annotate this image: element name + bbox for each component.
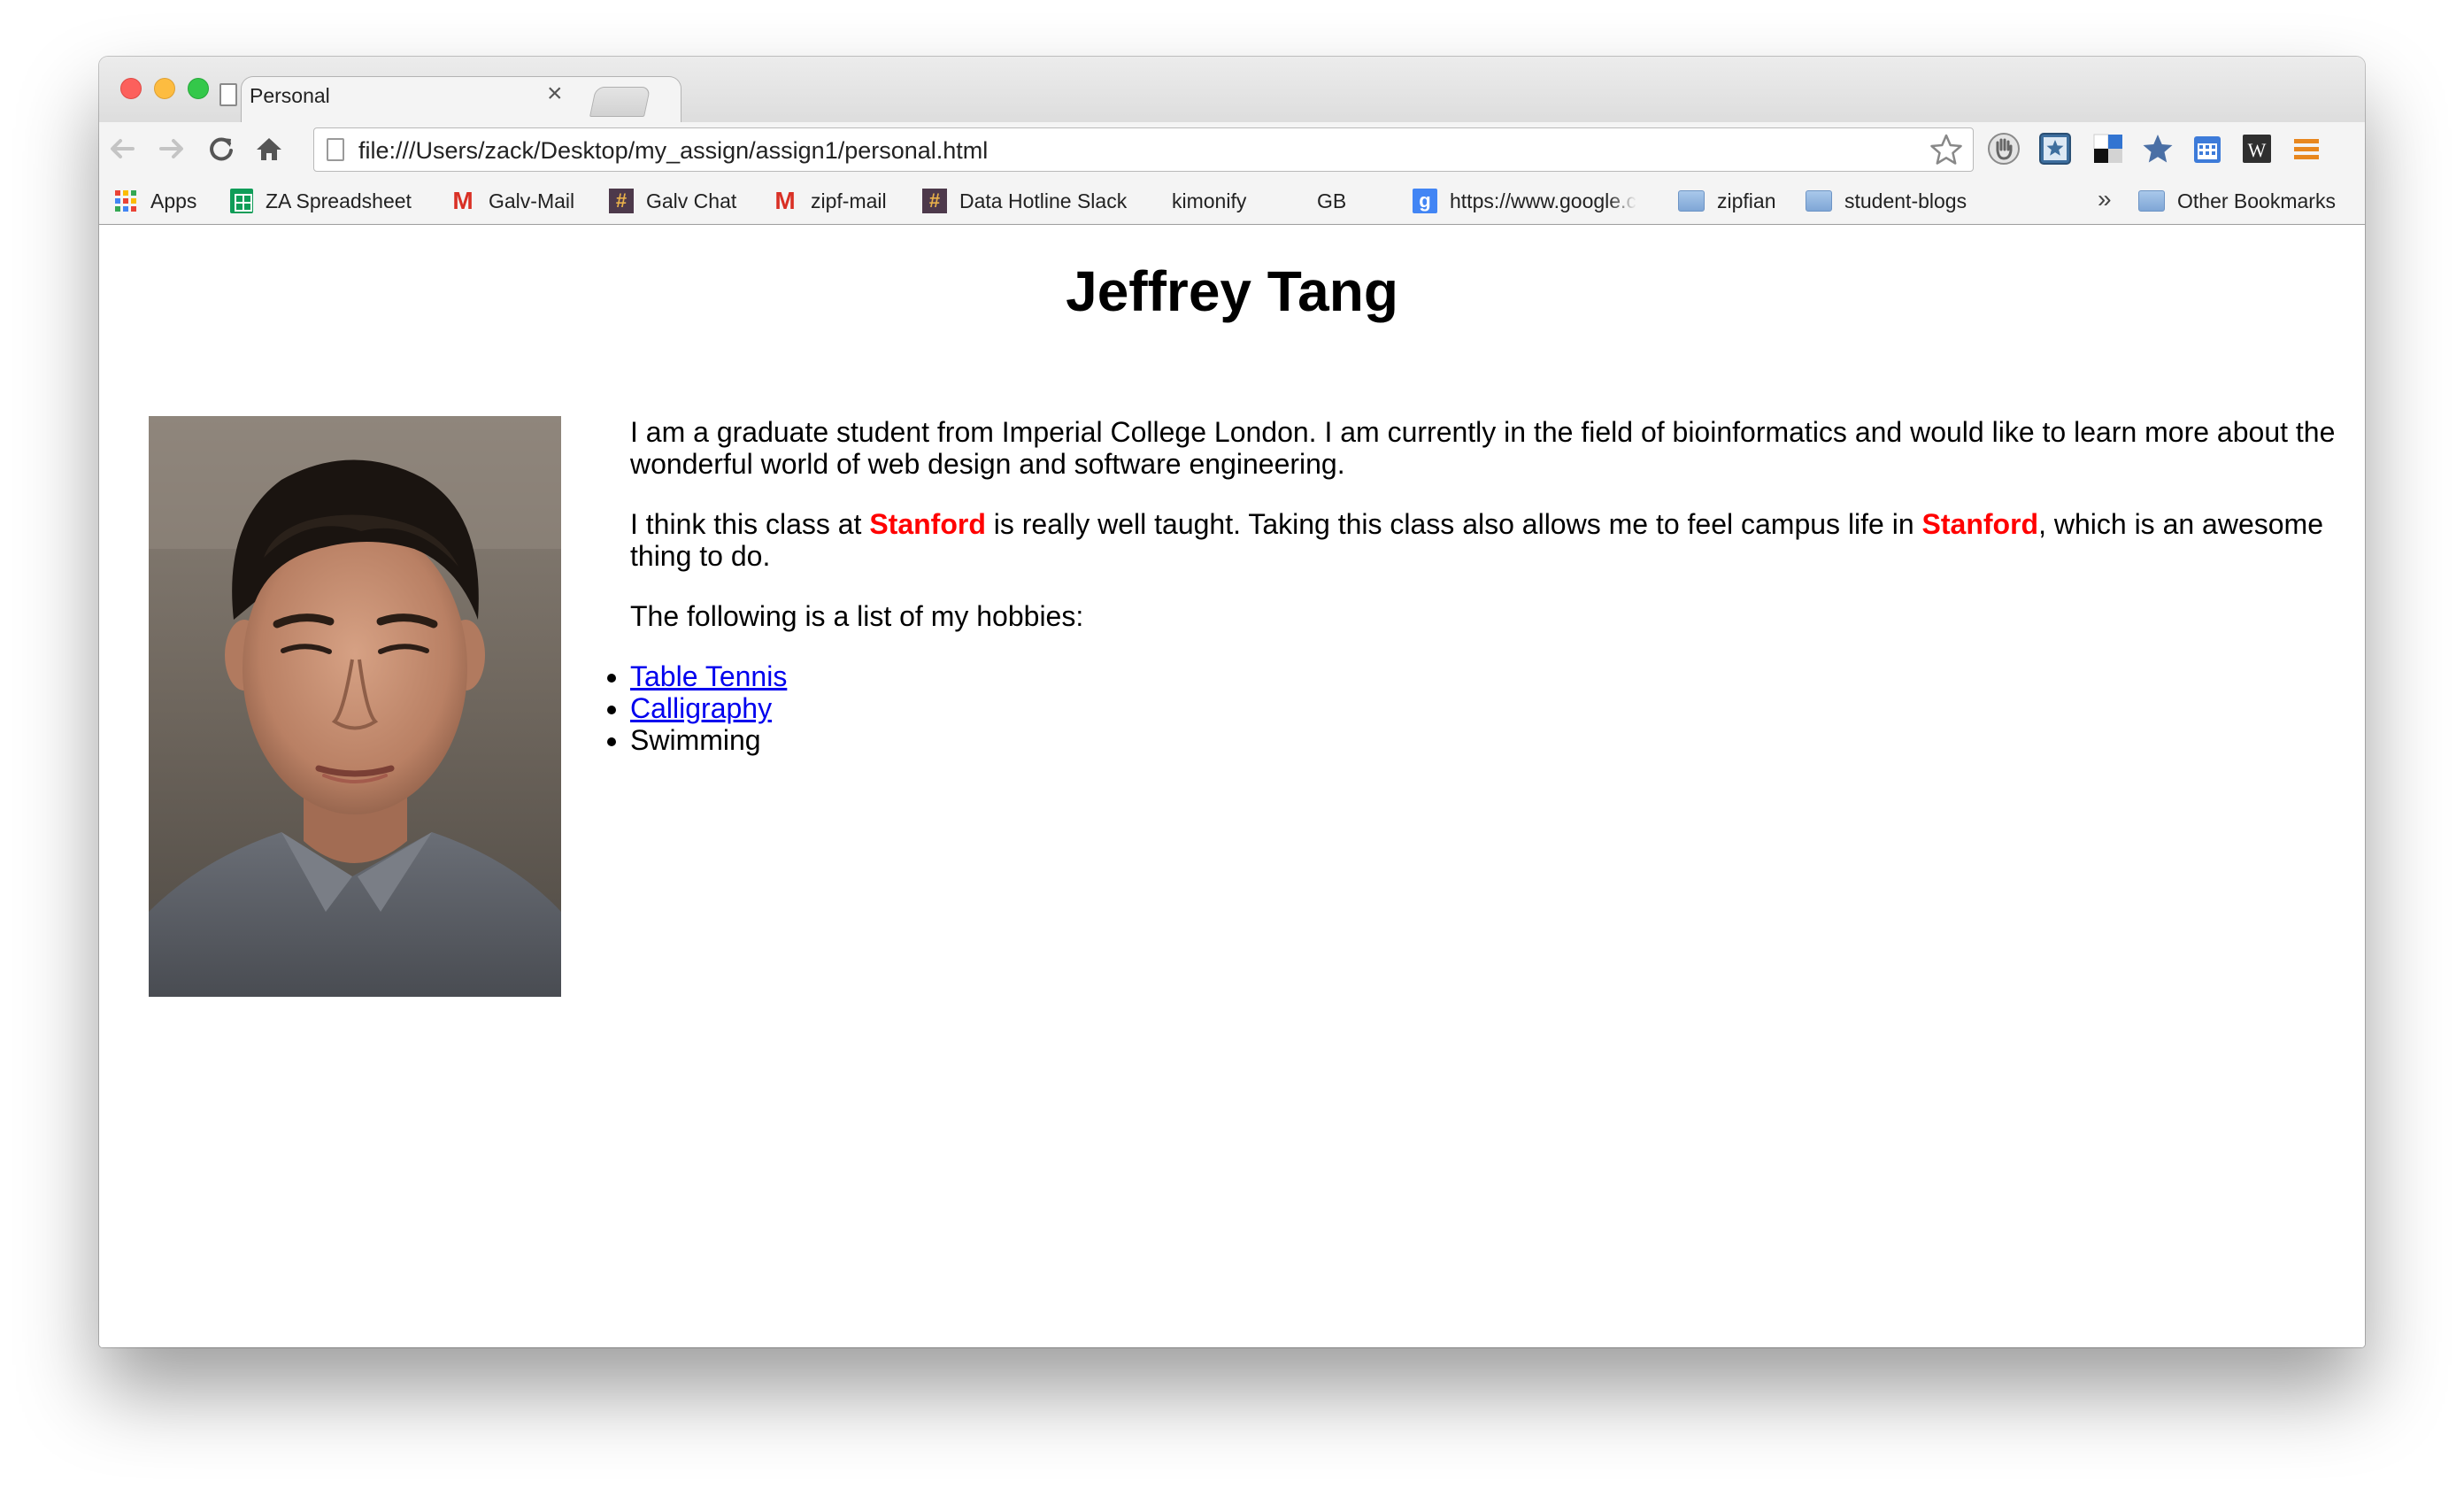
svg-text:W: W [2248, 139, 2267, 161]
hobby-link-calligraphy[interactable]: Calligraphy [630, 692, 772, 724]
calendar-icon[interactable] [2190, 131, 2225, 166]
close-window-button[interactable] [120, 78, 142, 99]
bookmarks-overflow-button[interactable]: » [2098, 186, 2112, 212]
class-paragraph: I think this class at Stanford is really… [630, 508, 2347, 572]
google-icon: g [1413, 189, 1437, 213]
bookmark-apps[interactable]: Apps [113, 188, 196, 214]
bookmark-label: student-blogs [1844, 189, 1967, 212]
bookmark-label: zipfian [1717, 189, 1776, 212]
bookmark-label: https://www.google.c [1450, 189, 1636, 212]
star-icon[interactable] [2140, 131, 2175, 166]
hobby-swimming: Swimming [630, 724, 761, 756]
folder-icon [1678, 190, 1705, 212]
url-text[interactable]: file:///Users/zack/Desktop/my_assign/ass… [358, 138, 988, 163]
list-item: Table Tennis [630, 660, 2312, 692]
new-tab-button[interactable] [589, 87, 651, 117]
page-title: Jeffrey Tang [1066, 259, 1398, 323]
text-span: is really well taught. Taking this class… [985, 508, 1922, 540]
back-arrow-icon[interactable] [104, 131, 140, 166]
hand-icon[interactable] [1986, 131, 2021, 166]
star-badge-icon[interactable] [2037, 131, 2073, 166]
bookmark-galv-mail[interactable]: M Galv-Mail [450, 188, 574, 214]
sheets-icon [230, 189, 253, 213]
list-item: Calligraphy [630, 692, 2312, 724]
address-bar[interactable]: file:///Users/zack/Desktop/my_assign/ass… [313, 127, 1974, 172]
tab-strip: Personal × [99, 57, 2365, 124]
bookmark-label: Data Hotline Slack [959, 189, 1128, 212]
browser-window: Personal × file:///Users/zack/Desktop/my… [99, 57, 2365, 1347]
bookmark-zipfian[interactable]: zipfian [1678, 188, 1775, 214]
page-icon [219, 83, 237, 106]
web-page: Jeffrey Tang I am a graduate student fro… [99, 225, 2365, 1347]
page-icon [327, 138, 344, 161]
bookmark-zipf-mail[interactable]: M zipf-mail [772, 187, 887, 214]
bookmark-za-spreadsheet[interactable]: ZA Spreadsheet [230, 188, 412, 214]
hobbies-list: Table Tennis Calligraphy Swimming [595, 660, 2312, 756]
bookmark-kimonify[interactable]: kimonify [1172, 188, 1247, 379]
intro-paragraph: I am a graduate student from Imperial Co… [630, 416, 2336, 480]
folder-icon [1806, 190, 1832, 212]
bookmark-label: kimonify [1172, 189, 1247, 212]
close-tab-icon[interactable]: × [547, 80, 563, 108]
wikipedia-icon[interactable]: W [2239, 131, 2275, 166]
bookmark-galv-chat[interactable]: # Galv Chat [609, 188, 736, 214]
bookmark-data-hotline-slack[interactable]: # Data Hotline Slack [922, 188, 1127, 214]
text-span: I think this class at [630, 508, 870, 540]
bookmark-label: zipf-mail [811, 189, 887, 212]
bookmark-label: Galv-Mail [489, 189, 575, 212]
bookmark-label: Galv Chat [646, 189, 737, 212]
portrait-photo [149, 416, 561, 997]
menu-icon[interactable] [2289, 131, 2324, 166]
home-icon[interactable] [251, 131, 287, 166]
bookmark-label: GB [1317, 189, 1347, 212]
bio-content: I am a graduate student from Imperial Co… [630, 416, 2347, 756]
tab-title: Personal [250, 84, 330, 107]
zoom-window-button[interactable] [188, 78, 209, 99]
delicious-icon[interactable] [2091, 131, 2126, 166]
bookmark-label: Apps [150, 189, 197, 212]
bookmark-other-bookmarks[interactable]: Other Bookmarks [2138, 188, 2336, 214]
bookmark-label: ZA Spreadsheet [266, 189, 412, 212]
apps-grid-icon [113, 189, 138, 213]
hobby-link-table-tennis[interactable]: Table Tennis [630, 660, 787, 692]
forward-arrow-icon[interactable] [154, 131, 189, 166]
folder-icon [2138, 190, 2165, 212]
bookmarks-bar: Apps ZA Spreadsheet M Galv-Mail # Galv C… [99, 177, 2365, 379]
gmail-icon: M [452, 187, 474, 214]
bookmark-student-blogs[interactable]: student-blogs [1806, 188, 1967, 214]
minimize-window-button[interactable] [154, 78, 175, 99]
list-item: Swimming [630, 724, 2312, 756]
bookmark-gb[interactable]: GB [1317, 188, 1347, 379]
gmail-icon: M [774, 187, 796, 214]
reload-icon[interactable] [204, 131, 239, 166]
slack-icon: # [922, 189, 947, 213]
highlight-stanford: Stanford [1921, 508, 2039, 540]
bookmark-label: Other Bookmarks [2177, 189, 2336, 212]
toolbar: file:///Users/zack/Desktop/my_assign/ass… [99, 122, 2365, 177]
star-outline-icon[interactable] [1929, 132, 1964, 174]
slack-icon: # [609, 189, 634, 213]
highlight-stanford: Stanford [869, 508, 986, 540]
hobbies-intro: The following is a list of my hobbies: [630, 600, 1084, 632]
